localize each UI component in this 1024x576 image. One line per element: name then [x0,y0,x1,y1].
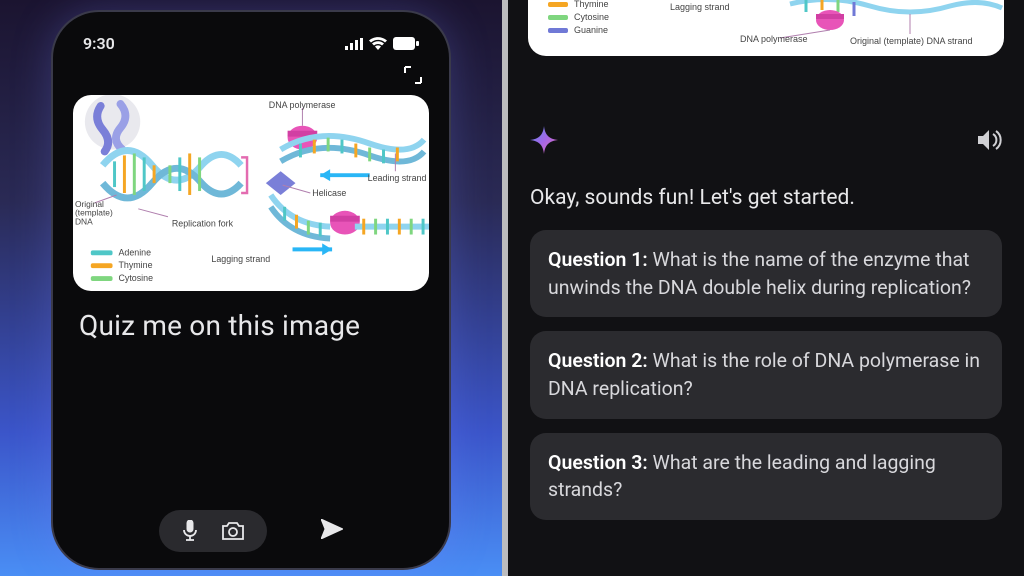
svg-text:Cytosine: Cytosine [574,12,609,22]
status-indicators [345,37,419,50]
question-label: Question 3: [548,451,648,474]
svg-text:DNA polymerase: DNA polymerase [740,34,808,44]
svg-text:Guanine: Guanine [574,25,608,35]
mic-icon[interactable] [181,520,199,542]
question-label: Question 2: [548,349,648,372]
svg-text:Thymine: Thymine [118,260,152,270]
right-panel: Lagging strand DNA polymerase Original (… [508,0,1024,576]
crop-icon[interactable] [403,65,423,85]
label-replication-fork: Replication fork [172,219,234,229]
label-lagging-strand: Lagging strand [211,254,270,264]
svg-text:Original(template)DNA: Original(template)DNA [75,199,113,227]
svg-text:Adenine: Adenine [118,247,151,257]
sparkle-icon [530,126,558,158]
phone-frame: 9:30 [51,10,451,570]
question-card-2[interactable]: Question 2: What is the role of DNA poly… [530,331,1002,418]
context-image-thumbnail[interactable]: Lagging strand DNA polymerase Original (… [528,0,1004,56]
crop-row [73,63,429,95]
input-pill [159,510,267,552]
speaker-icon[interactable] [978,129,1002,155]
user-prompt: Quiz me on this image [73,291,429,342]
wifi-icon [369,37,387,50]
uploaded-image[interactable]: DNA polymerase Leading strand Helicase R… [73,95,429,291]
svg-text:Lagging strand: Lagging strand [670,2,730,12]
label-helicase: Helicase [312,188,346,198]
clock: 9:30 [83,34,115,53]
svg-text:Original (template) DNA strand: Original (template) DNA strand [850,36,973,46]
battery-icon [393,37,419,50]
send-button[interactable] [321,519,343,543]
camera-icon[interactable] [221,521,245,541]
label-dna-polymerase: DNA polymerase [269,100,336,110]
question-card-3[interactable]: Question 3: What are the leading and lag… [530,433,1002,520]
svg-text:Cytosine: Cytosine [118,273,153,283]
input-bar [73,500,429,556]
svg-text:Thymine: Thymine [574,0,609,9]
status-bar: 9:30 [73,30,429,63]
left-panel: 9:30 [0,0,502,576]
label-leading-strand: Leading strand [368,173,427,183]
signal-icon [345,38,363,50]
assistant-intro: Okay, sounds fun! Let's get started. [530,186,1002,210]
question-label: Question 1: [548,248,648,271]
question-card-1[interactable]: Question 1: What is the name of the enzy… [530,230,1002,317]
